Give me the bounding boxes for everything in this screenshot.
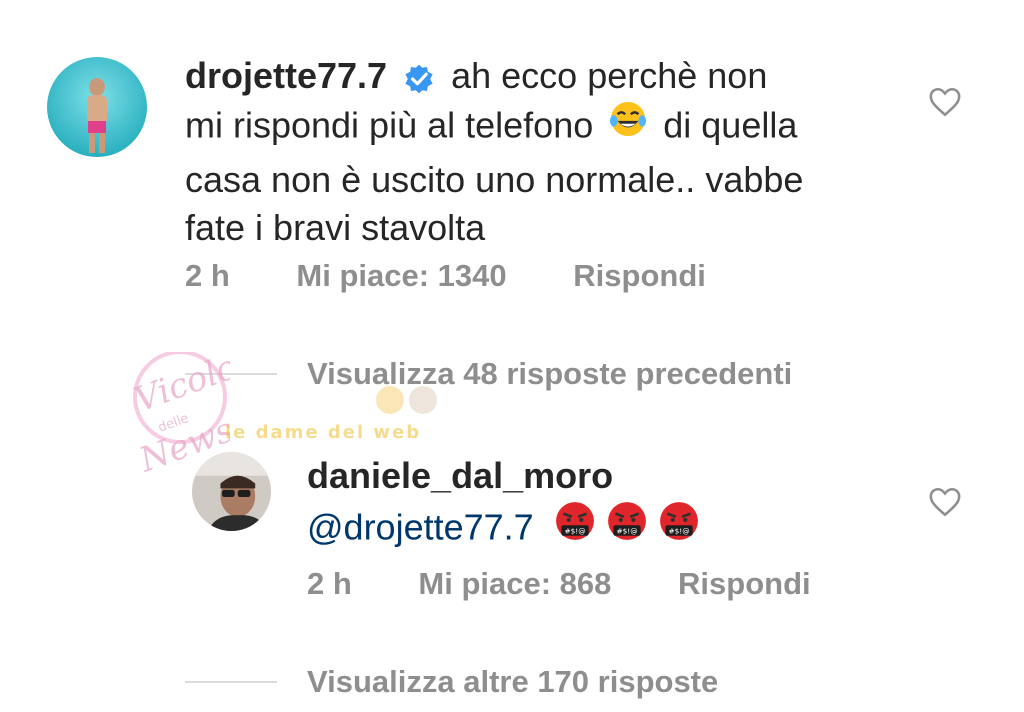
svg-text:delle: delle bbox=[156, 411, 191, 436]
like-heart-icon[interactable] bbox=[928, 486, 962, 518]
svg-text:#$!@: #$!@ bbox=[616, 527, 637, 536]
comment-line-3: casa non è uscito uno normale.. vabbe bbox=[185, 159, 804, 200]
comment-text: mi rispondi più al telefono bbox=[185, 104, 594, 146]
comment-time: 2 h bbox=[185, 258, 230, 293]
avatar-image bbox=[47, 57, 147, 157]
avatar-drojette[interactable] bbox=[47, 57, 147, 157]
avatar-image bbox=[192, 452, 271, 531]
reply-button[interactable]: Rispondi bbox=[678, 566, 811, 601]
divider-line bbox=[185, 373, 277, 375]
comment-username[interactable]: drojette77.7 bbox=[185, 55, 387, 96]
comment-line-2: mi rispondi più al telefono di quella bbox=[185, 100, 905, 156]
face-with-symbols-on-mouth-icon: #$!@ bbox=[554, 500, 596, 554]
comment-likes[interactable]: Mi piace: 1340 bbox=[296, 258, 506, 293]
tears-of-joy-emoji-icon bbox=[609, 100, 647, 150]
view-previous-replies-button[interactable]: Visualizza 48 risposte precedenti bbox=[185, 356, 792, 392]
comment-line-4: fate i bravi stavolta bbox=[185, 207, 486, 248]
comment-daniele: daniele_dal_moro @drojette77.7 #$!@ #$!@… bbox=[307, 452, 907, 560]
reply-button[interactable]: Rispondi bbox=[573, 258, 706, 293]
comment-line-1: drojette77.7 ah ecco perchè non bbox=[185, 52, 905, 100]
divider-line bbox=[185, 681, 277, 683]
comment-meta: 2 h Mi piace: 868 Rispondi bbox=[307, 566, 869, 602]
svg-text:#$!@: #$!@ bbox=[564, 527, 585, 536]
svg-text:#$!@: #$!@ bbox=[668, 527, 689, 536]
mention-link[interactable]: @drojette77.7 bbox=[307, 507, 534, 548]
comment-meta: 2 h Mi piace: 1340 Rispondi bbox=[185, 258, 764, 294]
verified-badge-icon bbox=[403, 59, 435, 94]
comment-line-1: @drojette77.7 #$!@ #$!@ #$!@ bbox=[307, 500, 907, 560]
svg-text:le dame del web: le dame del web bbox=[225, 422, 421, 443]
comment-text: ah ecco perchè non bbox=[451, 55, 768, 96]
comment-likes[interactable]: Mi piace: 868 bbox=[418, 566, 611, 601]
view-previous-label: Visualizza 48 risposte precedenti bbox=[307, 356, 793, 391]
like-heart-icon[interactable] bbox=[928, 86, 962, 118]
comment-drojette: drojette77.7 ah ecco perchè non mi rispo… bbox=[185, 52, 905, 252]
view-more-replies-button[interactable]: Visualizza altre 170 risposte bbox=[185, 664, 718, 700]
comment-text: di quella bbox=[663, 104, 798, 146]
comment-username[interactable]: daniele_dal_moro bbox=[307, 452, 907, 500]
avatar-daniele[interactable] bbox=[192, 452, 271, 531]
view-more-label: Visualizza altre 170 risposte bbox=[307, 664, 719, 699]
face-with-symbols-on-mouth-icon: #$!@ bbox=[606, 500, 648, 554]
comment-time: 2 h bbox=[307, 566, 352, 601]
face-with-symbols-on-mouth-icon: #$!@ bbox=[658, 500, 700, 554]
